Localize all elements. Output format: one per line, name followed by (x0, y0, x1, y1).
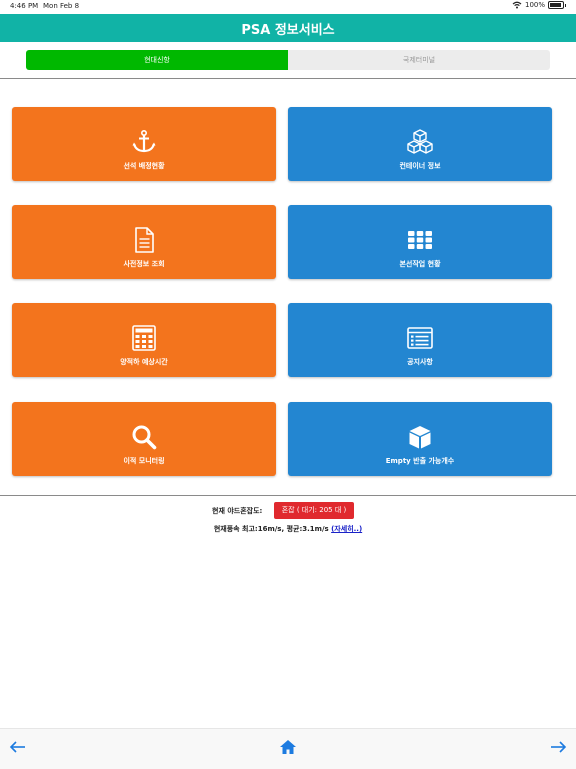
title-bar: PSA 정보서비스 (0, 14, 576, 42)
empty-release-count-tile[interactable]: Empty 반출 가능개수 (288, 402, 552, 476)
arrow-right-icon[interactable] (548, 737, 568, 757)
box-icon (409, 426, 431, 449)
tile-label: 사전정보 조회 (123, 260, 165, 268)
battery-percent: 100% (524, 1, 545, 9)
wifi-icon (512, 1, 522, 9)
loading-eta-tile[interactable]: 양적하 예상시간 (12, 303, 276, 377)
tile-label: 이적 모니터링 (123, 457, 165, 465)
container-info-tile[interactable]: 컨테이너 정보 (288, 107, 552, 181)
notice-list-icon (407, 327, 433, 349)
arrow-left-icon[interactable] (8, 737, 28, 757)
divider (0, 78, 576, 79)
page-title: PSA 정보서비스 (241, 23, 335, 38)
vessel-work-status-tile[interactable]: 본선작업 현황 (288, 205, 552, 279)
bottom-toolbar (0, 728, 576, 769)
divider (0, 495, 576, 496)
tile-label: 컨테이너 정보 (399, 162, 441, 170)
grid-icon (408, 231, 432, 249)
tile-label: 양적하 예상시간 (120, 358, 168, 366)
wind-detail-link[interactable]: (자세히..) (331, 525, 362, 533)
home-icon[interactable] (278, 737, 298, 757)
status-bar: 4:46 PM Mon Feb 8 100% (0, 0, 576, 14)
berth-schedule-tile[interactable]: 선석 배정현황 (12, 107, 276, 181)
anchor-icon (132, 129, 156, 153)
yard-congestion-label: 현재 야드혼잡도: (212, 507, 263, 515)
status-date: Mon Feb 8 (43, 2, 80, 10)
transfer-monitoring-tile[interactable]: 이적 모니터링 (12, 402, 276, 476)
pre-info-lookup-tile[interactable]: 사전정보 조회 (12, 205, 276, 279)
wind-speed-row: 현재풍속 최고:16m/s, 평균:3.1m/s (자세히..) (0, 524, 576, 534)
battery-icon (548, 1, 564, 9)
tile-label: 본선작업 현황 (399, 260, 441, 268)
status-time: 4:46 PM (10, 2, 39, 10)
search-icon (132, 425, 157, 450)
tile-label: 공지사항 (407, 358, 433, 366)
status-right: 100% (512, 1, 566, 9)
yard-congestion-status: 혼잡 ( 대기: 205 대 ) (274, 502, 354, 519)
calculator-icon (132, 325, 156, 351)
tab-international-terminal[interactable]: 국제터미널 (288, 50, 550, 70)
terminal-selector: 현대신항 국제터미널 (26, 50, 550, 70)
document-icon (135, 227, 154, 253)
tab-hyundai-newport[interactable]: 현대신항 (26, 50, 288, 70)
tile-label: 선석 배정현황 (123, 162, 165, 170)
tile-label: Empty 반출 가능개수 (385, 457, 455, 465)
yard-congestion-row: 현재 야드혼잡도: 혼잡 ( 대기: 205 대 ) (0, 500, 576, 520)
wind-speed-text: 현재풍속 최고:16m/s, 평균:3.1m/s (213, 525, 332, 533)
notices-tile[interactable]: 공지사항 (288, 303, 552, 377)
containers-icon (407, 129, 433, 154)
